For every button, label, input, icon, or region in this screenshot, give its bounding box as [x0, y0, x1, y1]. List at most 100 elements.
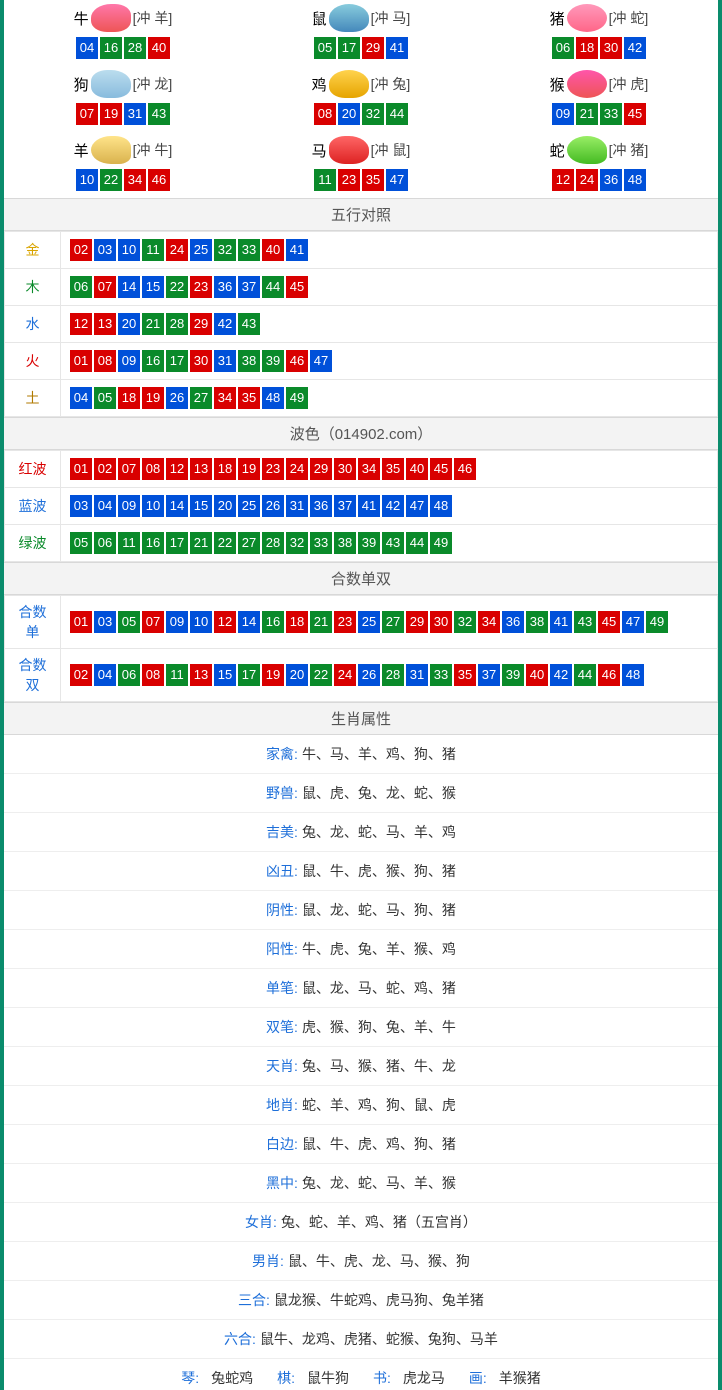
number-ball: 22 — [100, 169, 122, 191]
attribute-value: 鼠、龙、蛇、马、狗、猪 — [302, 902, 456, 918]
number-ball: 11 — [314, 169, 336, 191]
number-ball: 17 — [338, 37, 360, 59]
section-header-shuxing: 生肖属性 — [4, 702, 718, 735]
attribute-label: 野兽: — [266, 785, 298, 801]
attribute-value: 鼠、牛、虎、鸡、狗、猪 — [302, 1136, 456, 1152]
number-ball: 09 — [118, 495, 140, 517]
attribute-row: 男肖:鼠、牛、虎、龙、马、猴、狗 — [4, 1242, 718, 1281]
attribute-label: 家禽: — [266, 746, 298, 762]
attribute-value: 虎、猴、狗、兔、羊、牛 — [302, 1019, 456, 1035]
number-ball: 03 — [70, 495, 92, 517]
zodiac-cell: 鸡[冲 兔]08203244 — [242, 66, 480, 132]
number-ball: 29 — [362, 37, 384, 59]
zodiac-numbers: 09213345 — [480, 102, 718, 126]
number-ball: 48 — [622, 664, 644, 686]
section-header-heshu: 合数单双 — [4, 562, 718, 595]
zodiac-name: 蛇 — [550, 140, 565, 161]
row-label: 火 — [5, 343, 61, 380]
number-ball: 49 — [430, 532, 452, 554]
row-numbers: 02031011242532334041 — [61, 232, 718, 269]
attribute-value: 牛、马、羊、鸡、狗、猪 — [302, 746, 456, 762]
number-ball: 17 — [166, 532, 188, 554]
number-ball: 05 — [314, 37, 336, 59]
attribute-label: 女肖: — [245, 1214, 277, 1230]
number-ball: 42 — [382, 495, 404, 517]
table-row: 木06071415222336374445 — [5, 269, 718, 306]
zodiac-conflict: [冲 牛] — [133, 140, 173, 160]
zodiac-cell: 羊[冲 牛]10223446 — [4, 132, 242, 198]
number-ball: 34 — [358, 458, 380, 480]
attribute-label: 三合: — [238, 1292, 270, 1308]
zodiac-icon — [567, 70, 607, 98]
section-header-bose: 波色（014902.com） — [4, 417, 718, 450]
number-ball: 47 — [310, 350, 332, 372]
number-ball: 08 — [142, 664, 164, 686]
zodiac-cell: 猴[冲 虎]09213345 — [480, 66, 718, 132]
attribute-label: 书: — [373, 1370, 391, 1386]
attribute-label: 棋: — [277, 1370, 295, 1386]
number-ball: 32 — [362, 103, 384, 125]
number-ball: 02 — [94, 458, 116, 480]
number-ball: 21 — [310, 611, 332, 633]
zodiac-conflict: [冲 兔] — [371, 74, 411, 94]
number-ball: 25 — [190, 239, 212, 261]
attribute-value: 鼠、牛、虎、龙、马、猴、狗 — [288, 1253, 470, 1269]
number-ball: 38 — [526, 611, 548, 633]
number-ball: 28 — [166, 313, 188, 335]
attribute-row: 阴性:鼠、龙、蛇、马、狗、猪 — [4, 891, 718, 930]
row-numbers: 06071415222336374445 — [61, 269, 718, 306]
attribute-label: 天肖: — [266, 1058, 298, 1074]
number-ball: 18 — [214, 458, 236, 480]
number-ball: 28 — [262, 532, 284, 554]
attribute-label: 阴性: — [266, 902, 298, 918]
number-ball: 18 — [286, 611, 308, 633]
attribute-row: 凶丑:鼠、牛、虎、猴、狗、猪 — [4, 852, 718, 891]
zodiac-conflict: [冲 羊] — [133, 8, 173, 28]
zodiac-icon — [329, 70, 369, 98]
number-ball: 13 — [190, 458, 212, 480]
number-ball: 49 — [286, 387, 308, 409]
number-ball: 47 — [622, 611, 644, 633]
number-ball: 10 — [76, 169, 98, 191]
number-ball: 29 — [310, 458, 332, 480]
number-ball: 39 — [502, 664, 524, 686]
row-label: 红波 — [5, 451, 61, 488]
number-ball: 25 — [358, 611, 380, 633]
zodiac-numbers: 06183042 — [480, 36, 718, 60]
number-ball: 40 — [262, 239, 284, 261]
number-ball: 40 — [406, 458, 428, 480]
number-ball: 16 — [262, 611, 284, 633]
number-ball: 12 — [70, 313, 92, 335]
row-label: 合数单 — [5, 596, 61, 649]
attribute-value: 虎龙马 — [403, 1370, 445, 1386]
number-ball: 23 — [262, 458, 284, 480]
zodiac-icon — [329, 136, 369, 164]
number-ball: 44 — [574, 664, 596, 686]
attribute-list: 家禽:牛、马、羊、鸡、狗、猪野兽:鼠、虎、兔、龙、蛇、猴吉美:兔、龙、蛇、马、羊… — [4, 735, 718, 1390]
number-ball: 22 — [166, 276, 188, 298]
attribute-row: 野兽:鼠、虎、兔、龙、蛇、猴 — [4, 774, 718, 813]
number-ball: 25 — [238, 495, 260, 517]
number-ball: 43 — [148, 103, 170, 125]
number-ball: 09 — [118, 350, 140, 372]
table-row: 绿波05061116172122272832333839434449 — [5, 525, 718, 562]
attribute-label: 黑中: — [266, 1175, 298, 1191]
attribute-row: 六合:鼠牛、龙鸡、虎猪、蛇猴、兔狗、马羊 — [4, 1320, 718, 1359]
row-label: 金 — [5, 232, 61, 269]
attribute-row: 三合:鼠龙猴、牛蛇鸡、虎马狗、兔羊猪 — [4, 1281, 718, 1320]
number-ball: 12 — [214, 611, 236, 633]
number-ball: 44 — [386, 103, 408, 125]
number-ball: 21 — [142, 313, 164, 335]
zodiac-name: 狗 — [74, 74, 89, 95]
number-ball: 36 — [600, 169, 622, 191]
attribute-pair: 棋:鼠牛狗 — [271, 1370, 355, 1386]
number-ball: 37 — [238, 276, 260, 298]
number-ball: 06 — [118, 664, 140, 686]
number-ball: 34 — [478, 611, 500, 633]
number-ball: 18 — [118, 387, 140, 409]
number-ball: 37 — [334, 495, 356, 517]
attribute-row: 吉美:兔、龙、蛇、马、羊、鸡 — [4, 813, 718, 852]
number-ball: 45 — [430, 458, 452, 480]
number-ball: 03 — [94, 611, 116, 633]
zodiac-conflict: [冲 龙] — [133, 74, 173, 94]
